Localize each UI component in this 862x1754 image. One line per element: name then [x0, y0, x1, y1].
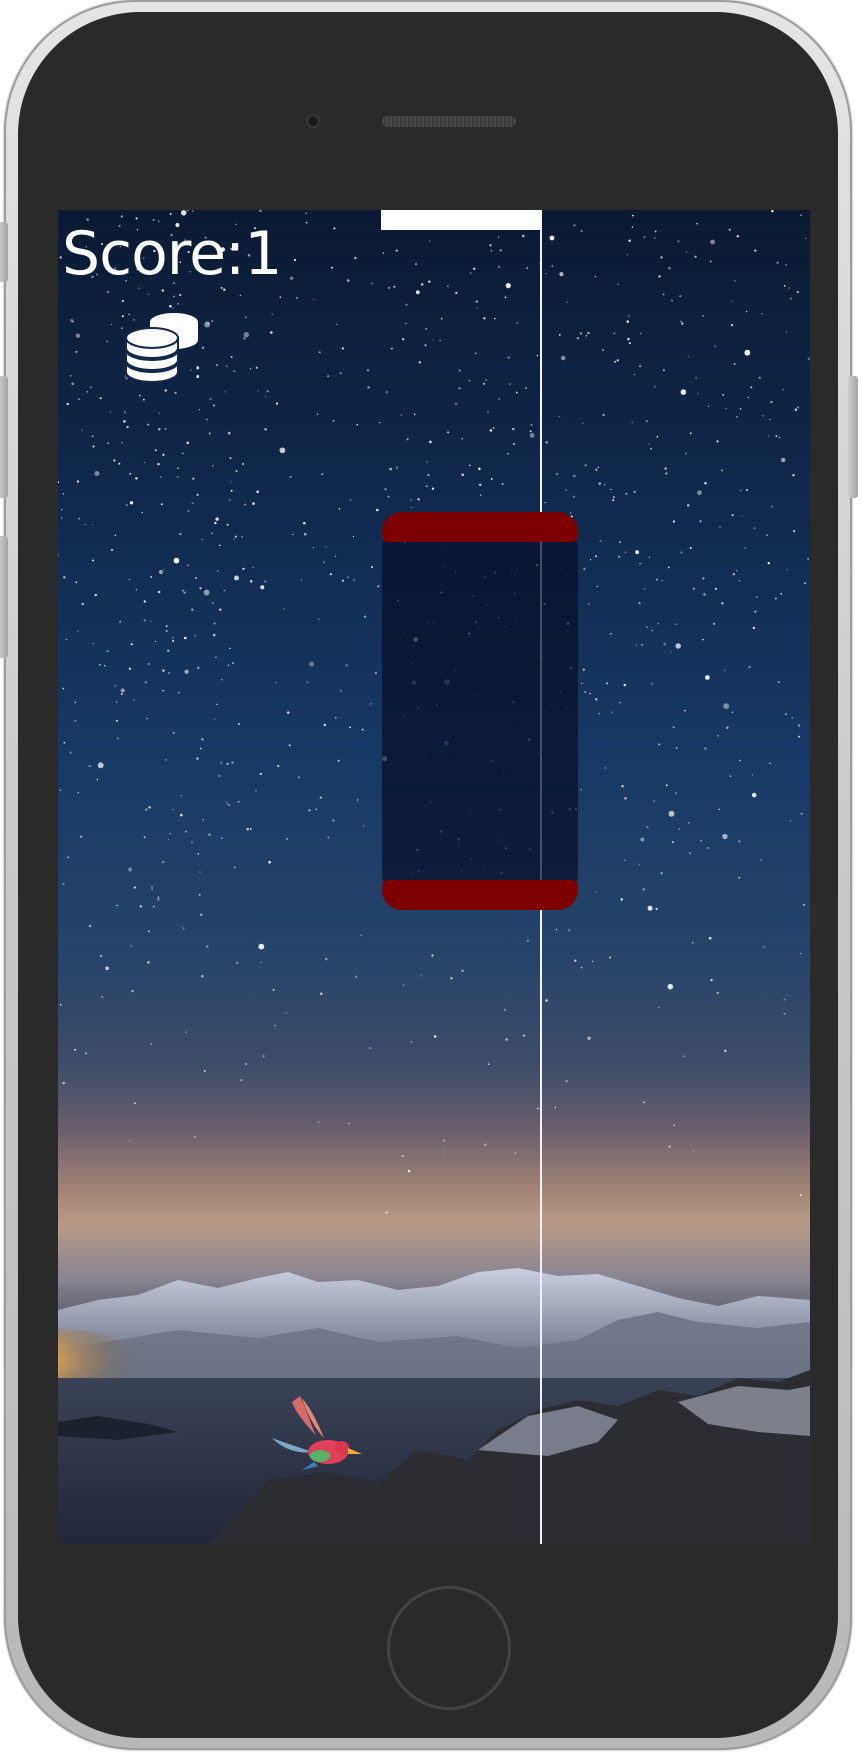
portal-bottom-cap — [382, 880, 578, 910]
home-button[interactable] — [387, 1586, 511, 1710]
svg-text::: : — [194, 359, 201, 384]
front-camera — [306, 114, 320, 128]
score-label: Score:1 — [62, 219, 282, 289]
bird-icon[interactable] — [272, 1392, 364, 1474]
power-button — [848, 376, 858, 498]
game-screen[interactable]: Score:1 : — [58, 210, 810, 1544]
coins-stack-icon: : — [125, 313, 201, 384]
phone-frame: Score:1 : — [0, 0, 858, 1750]
top-progress-bar — [381, 210, 542, 230]
volume-up-button — [0, 376, 8, 498]
mute-switch — [0, 222, 8, 282]
earpiece-speaker — [382, 116, 516, 127]
portal-top-cap — [382, 512, 578, 542]
portal-gap — [382, 530, 578, 892]
volume-down-button — [0, 536, 8, 658]
portal-obstacle — [382, 512, 578, 910]
